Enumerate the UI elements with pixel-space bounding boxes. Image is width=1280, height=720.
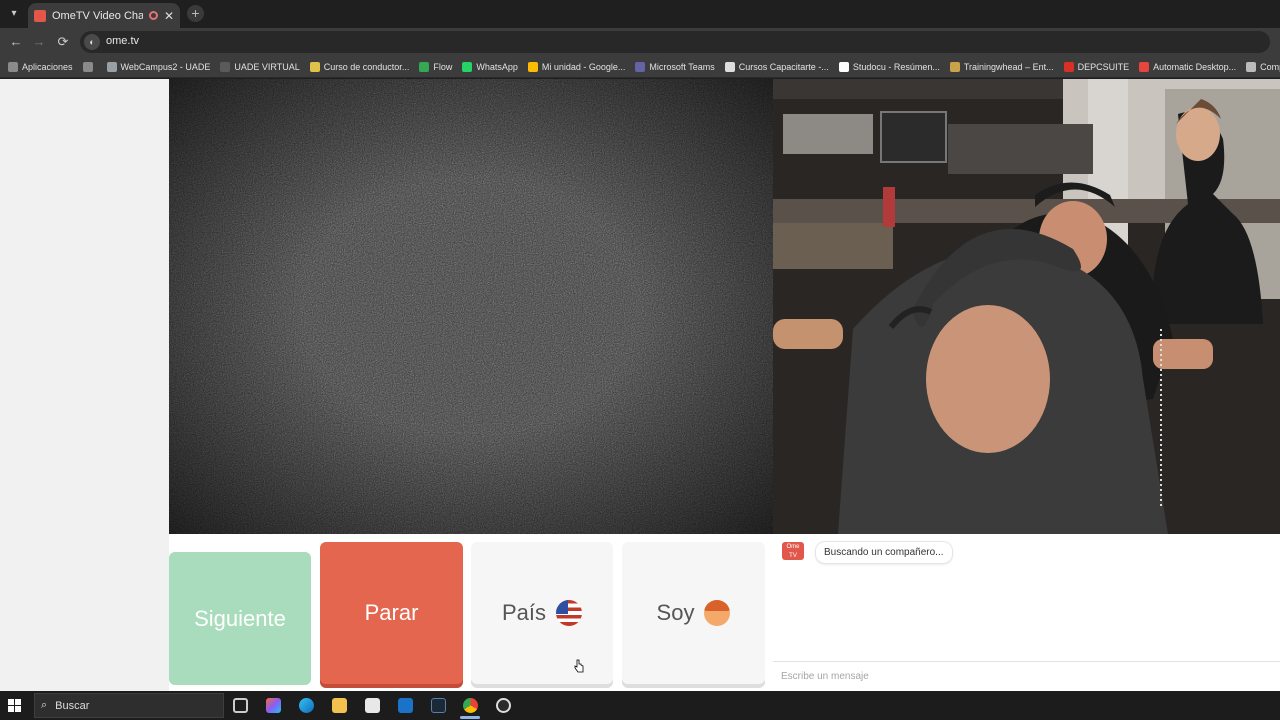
tab-title: OmeTV Video Chat — Ome — [52, 9, 143, 22]
bookmark-favicon-icon — [419, 61, 430, 72]
url-text: ome.tv — [106, 35, 140, 47]
forward-button[interactable]: → — [31, 34, 47, 50]
taskbar-search-label: Buscar — [55, 699, 90, 712]
bookmark-item[interactable]: Curso de conductor... — [309, 61, 410, 72]
ometv-page: Siguiente Parar País Soy Ome TV Buscando… — [0, 79, 1280, 691]
bookmark-item[interactable]: Studocu - Resúmen... — [838, 61, 940, 72]
recording-indicator-icon — [148, 11, 158, 20]
remote-video-scene-image — [773, 79, 1280, 534]
bookmark-favicon-icon — [1139, 61, 1150, 72]
taskbar-search-box[interactable]: ⌕ Buscar — [34, 693, 224, 718]
next-button[interactable]: Siguiente — [169, 552, 311, 685]
stop-button[interactable]: Parar — [320, 542, 463, 684]
bookmarks-bar: Aplicaciones WebCampus2 - UADE UADE VIRTUA… — [0, 56, 1280, 78]
gender-button[interactable]: Soy — [622, 542, 765, 684]
bookmark-item[interactable]: WebCampus2 - UADE — [106, 61, 211, 72]
store-icon[interactable] — [365, 698, 380, 713]
reload-button[interactable]: ⟳ — [55, 34, 71, 50]
obs-icon[interactable] — [496, 698, 511, 713]
country-button[interactable]: País — [471, 542, 613, 684]
task-view-icon[interactable] — [233, 698, 248, 713]
edge-icon[interactable] — [299, 698, 314, 713]
file-explorer-icon[interactable] — [332, 698, 347, 713]
bookmark-item[interactable]: Mi unidad - Google... — [527, 61, 626, 72]
bookmark-label: Microsoft Teams — [649, 61, 715, 72]
new-tab-button[interactable]: + — [187, 5, 204, 22]
bookmark-favicon-icon — [635, 61, 646, 72]
bookmark-label: Curso de conductor... — [323, 61, 410, 72]
back-button[interactable]: ← — [8, 34, 24, 50]
bookmark-item[interactable] — [82, 61, 97, 72]
bookmark-favicon-icon — [220, 61, 231, 72]
search-icon: ⌕ — [41, 699, 48, 711]
copilot-icon[interactable] — [266, 698, 281, 713]
hand-cursor-icon — [574, 659, 584, 673]
gender-button-label: Soy — [656, 600, 695, 625]
bookmark-item[interactable]: Trainingwhead – Ent... — [949, 61, 1054, 72]
bookmark-label: Aplicaciones — [22, 61, 73, 72]
chat-message-input[interactable] — [773, 661, 1280, 691]
bookmark-item[interactable]: Cursos Capacitarte -... — [724, 61, 829, 72]
bookmark-item[interactable]: Automatic Desktop... — [1139, 61, 1237, 72]
bookmark-item[interactable]: Flow — [419, 61, 453, 72]
local-video-static — [169, 79, 773, 534]
bookmark-label: Automatic Desktop... — [1153, 61, 1237, 72]
chat-status-message: Buscando un compañero... — [815, 541, 953, 564]
bookmark-item[interactable]: Microsoft Teams — [635, 61, 715, 72]
ometv-favicon-icon — [34, 9, 46, 22]
bookmark-label: Mi unidad - Google... — [541, 61, 626, 72]
bookmark-label: DEPCSUITE — [1077, 61, 1130, 72]
bookmark-label: UADE VIRTUAL — [234, 61, 300, 72]
steam-icon[interactable] — [431, 698, 446, 713]
browser-tab-ometv[interactable]: OmeTV Video Chat — Ome ✕ — [28, 3, 180, 28]
bookmark-label: WhatsApp — [476, 61, 518, 72]
bookmark-label: Studocu - Resúmen... — [852, 61, 940, 72]
active-app-indicator — [460, 716, 480, 719]
browser-tab-strip: ▾ OmeTV Video Chat — Ome ✕ + — [0, 0, 1280, 28]
bookmark-label: Flow — [433, 61, 453, 72]
bookmark-item[interactable]: Aplicaciones — [8, 61, 73, 72]
us-flag-icon — [556, 600, 583, 626]
bookmark-item[interactable]: DEPCSUITE — [1063, 61, 1130, 72]
remote-video — [773, 79, 1280, 534]
bookmark-item[interactable]: WhatsApp — [462, 61, 518, 72]
chat-panel: Ome TV Buscando un compañero... — [773, 534, 1280, 691]
country-button-label: País — [501, 600, 547, 625]
bookmark-favicon-icon — [724, 61, 735, 72]
bookmark-favicon-icon — [106, 61, 117, 72]
chrome-icon[interactable] — [463, 698, 478, 713]
close-tab-icon[interactable]: ✕ — [164, 9, 174, 23]
bookmark-favicon-icon — [949, 61, 960, 72]
static-noise-image — [169, 79, 773, 534]
windows-start-icon[interactable] — [8, 699, 21, 712]
bookmark-label: WebCampus2 - UADE — [120, 61, 211, 72]
bookmark-label: Comprar Pro Horm... — [1260, 61, 1280, 72]
bookmark-favicon-icon — [1063, 61, 1074, 72]
next-button-label: Siguiente — [194, 605, 286, 631]
bookmark-favicon-icon — [527, 61, 538, 72]
tab-search-chevron-icon[interactable]: ▾ — [6, 6, 22, 22]
browser-toolbar: ← → ⟳ ◐ ome.tv — [0, 28, 1280, 56]
boy-avatar-icon — [704, 600, 731, 626]
bookmark-favicon-icon — [309, 61, 320, 72]
windows-taskbar: ⌕ Buscar — [0, 691, 1280, 720]
bookmark-item[interactable]: Comprar Pro Horm... — [1246, 61, 1280, 72]
bookmark-label: Cursos Capacitarte -... — [738, 61, 829, 72]
address-bar[interactable]: ◐ ome.tv — [80, 31, 1270, 53]
bookmark-favicon-icon — [8, 61, 18, 72]
bookmark-item[interactable]: UADE VIRTUAL — [220, 61, 300, 72]
site-info-icon[interactable]: ◐ — [84, 34, 100, 50]
stop-button-label: Parar — [364, 600, 419, 625]
ometv-logo-icon: Ome TV — [782, 542, 804, 560]
bookmark-favicon-icon — [82, 61, 93, 72]
bookmark-favicon-icon — [1246, 61, 1257, 72]
left-gutter — [0, 79, 169, 691]
outlook-icon[interactable] — [398, 698, 413, 713]
bookmark-favicon-icon — [838, 61, 849, 72]
bookmark-favicon-icon — [462, 61, 473, 72]
bookmark-label: Trainingwhead – Ent... — [963, 61, 1054, 72]
